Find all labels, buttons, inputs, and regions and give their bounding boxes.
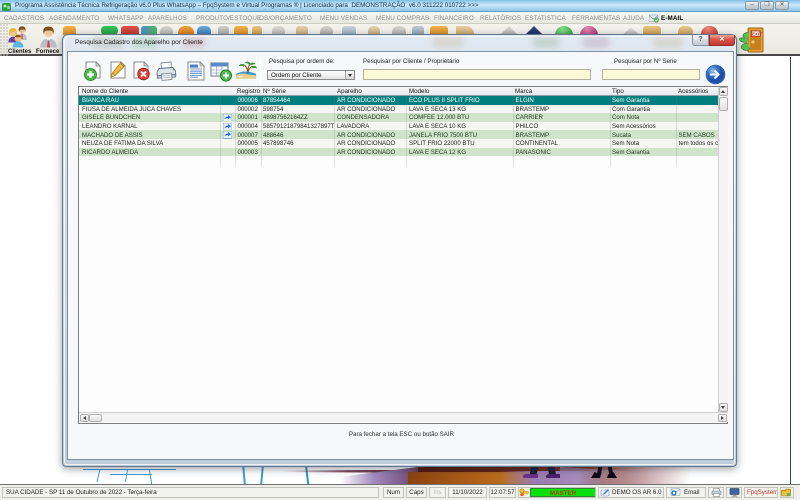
svg-text:EXIT: EXIT (752, 32, 762, 37)
